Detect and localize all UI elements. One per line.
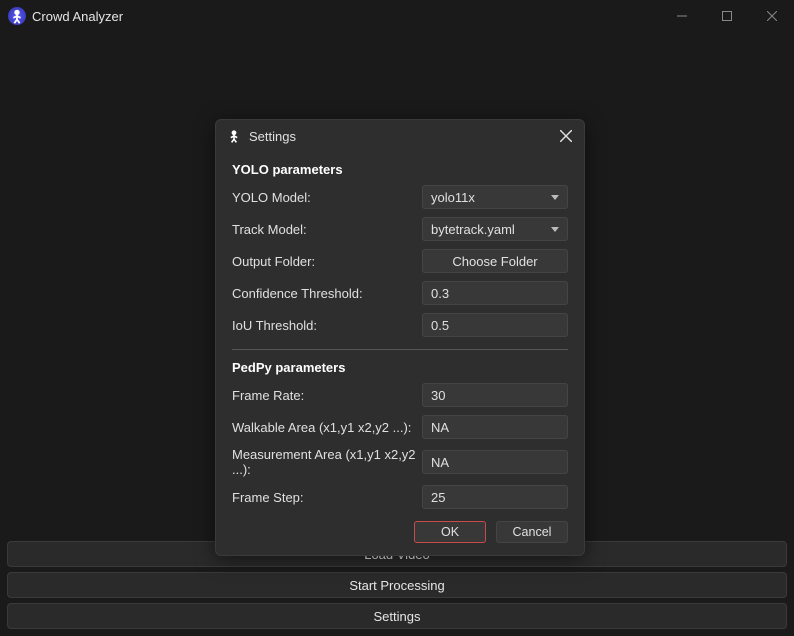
yolo-model-select[interactable]: yolo11x: [422, 185, 568, 209]
frame-rate-input[interactable]: [422, 383, 568, 407]
pedpy-section-title: PedPy parameters: [232, 354, 568, 379]
measurement-row: Measurement Area (x1,y1 x2,y2 ...):: [232, 443, 568, 481]
minimize-button[interactable]: [659, 0, 704, 32]
settings-button[interactable]: Settings: [7, 603, 787, 629]
ok-button[interactable]: OK: [414, 521, 486, 543]
dialog-titlebar: Settings: [216, 120, 584, 152]
iou-label: IoU Threshold:: [232, 318, 422, 333]
window-controls: [659, 0, 794, 32]
dialog-title: Settings: [249, 129, 296, 144]
window-titlebar: Crowd Analyzer: [0, 0, 794, 32]
close-button[interactable]: [749, 0, 794, 32]
dialog-button-row: OK Cancel: [232, 513, 568, 543]
confidence-row: Confidence Threshold:: [232, 277, 568, 309]
frame-rate-row: Frame Rate:: [232, 379, 568, 411]
dialog-body: YOLO parameters YOLO Model: yolo11x Trac…: [216, 152, 584, 555]
yolo-model-row: YOLO Model: yolo11x: [232, 181, 568, 213]
walkable-row: Walkable Area (x1,y1 x2,y2 ...):: [232, 411, 568, 443]
frame-step-input[interactable]: [422, 485, 568, 509]
output-folder-label: Output Folder:: [232, 254, 422, 269]
track-model-label: Track Model:: [232, 222, 422, 237]
app-icon: [8, 7, 26, 25]
track-model-row: Track Model: bytetrack.yaml: [232, 213, 568, 245]
yolo-model-label: YOLO Model:: [232, 190, 422, 205]
settings-dialog: Settings YOLO parameters YOLO Model: yol…: [215, 119, 585, 556]
separator: [232, 349, 568, 350]
maximize-button[interactable]: [704, 0, 749, 32]
dialog-app-icon: [226, 128, 242, 144]
cancel-button[interactable]: Cancel: [496, 521, 568, 543]
iou-row: IoU Threshold:: [232, 309, 568, 341]
yolo-model-value: yolo11x: [431, 190, 475, 205]
track-model-value: bytetrack.yaml: [431, 222, 515, 237]
window-title: Crowd Analyzer: [32, 9, 123, 24]
frame-step-row: Frame Step:: [232, 481, 568, 513]
frame-rate-label: Frame Rate:: [232, 388, 422, 403]
walkable-label: Walkable Area (x1,y1 x2,y2 ...):: [232, 420, 422, 435]
dialog-close-button[interactable]: [556, 126, 576, 146]
confidence-label: Confidence Threshold:: [232, 286, 422, 301]
measurement-label: Measurement Area (x1,y1 x2,y2 ...):: [232, 447, 422, 477]
yolo-section-title: YOLO parameters: [232, 156, 568, 181]
output-folder-row: Output Folder: Choose Folder: [232, 245, 568, 277]
track-model-select[interactable]: bytetrack.yaml: [422, 217, 568, 241]
start-processing-button[interactable]: Start Processing: [7, 572, 787, 598]
walkable-input[interactable]: [422, 415, 568, 439]
iou-input[interactable]: [422, 313, 568, 337]
confidence-input[interactable]: [422, 281, 568, 305]
frame-step-label: Frame Step:: [232, 490, 422, 505]
measurement-input[interactable]: [422, 450, 568, 474]
choose-folder-button[interactable]: Choose Folder: [422, 249, 568, 273]
